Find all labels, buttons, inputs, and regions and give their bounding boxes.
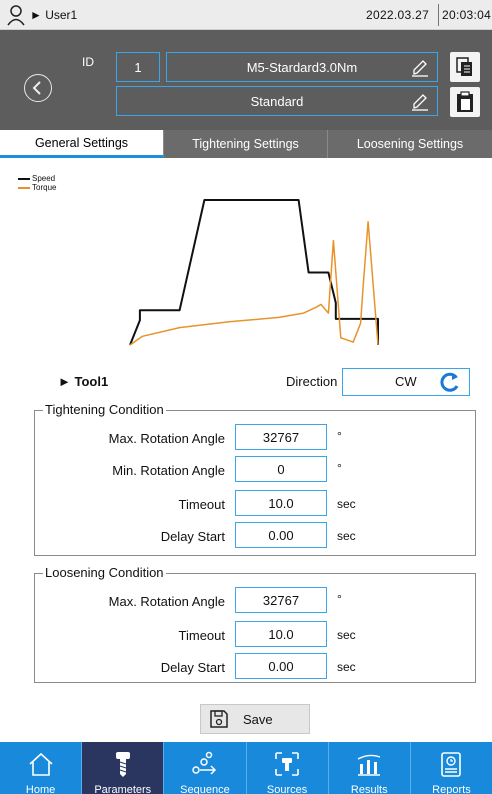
min-rotation-angle-label: Min. Rotation Angle (112, 463, 225, 478)
degree-unit: ° (337, 592, 342, 606)
nav-home-label: Home (25, 784, 56, 794)
degree-unit: ° (337, 429, 342, 443)
nav-sources[interactable]: Sources (247, 742, 329, 794)
timeout-input[interactable]: 10.0 (235, 490, 327, 516)
clipboard-icon (457, 91, 473, 112)
delay-start-label: Delay Start (160, 660, 225, 675)
nav-sources-label: Sources (266, 784, 308, 794)
degree-unit: ° (337, 461, 342, 475)
rotate-clockwise-icon (440, 372, 459, 392)
user-name-text: User1 (45, 8, 78, 22)
status-bar: ► User1 2022.03.27 20:03:04 (0, 0, 492, 30)
sources-icon (275, 752, 299, 776)
nav-sequence[interactable]: Sequence (164, 742, 247, 794)
nav-reports[interactable]: Reports (411, 742, 492, 794)
id-field[interactable]: 1 (116, 52, 160, 82)
direction-selector[interactable]: CW (342, 368, 470, 396)
copy-button[interactable] (450, 52, 480, 82)
user-name[interactable]: ► User1 (30, 8, 77, 22)
timeout-label: Timeout (178, 497, 225, 512)
direction-label: Direction (286, 374, 338, 389)
speed-torque-chart (129, 199, 379, 346)
timeout-input[interactable]: 10.0 (235, 621, 327, 647)
direction-value: CW (395, 374, 417, 389)
save-icon (210, 710, 228, 728)
timeout-label: Timeout (178, 628, 225, 643)
nav-home[interactable]: Home (0, 742, 83, 794)
preset-name-field[interactable]: M5-Stardard3.0Nm (166, 52, 438, 82)
tab-tightening-settings[interactable]: Tightening Settings (164, 130, 328, 158)
nav-reports-label: Reports (432, 784, 471, 794)
tab-loosening-settings[interactable]: Loosening Settings (328, 130, 492, 158)
loosening-condition-title: Loosening Condition (43, 565, 166, 580)
delay-start-input[interactable]: 0.00 (235, 653, 327, 679)
loosening-condition-group: Loosening Condition Max. Rotation Angle … (34, 565, 476, 683)
sec-unit: sec (337, 628, 356, 642)
user-icon[interactable] (6, 4, 26, 26)
edit-icon[interactable] (411, 57, 429, 77)
nav-parameters-label: Parameters (94, 784, 152, 794)
save-label: Save (243, 711, 273, 727)
mode-text: Standard (250, 93, 304, 109)
reports-icon (441, 752, 462, 777)
nav-results-label: Results (350, 784, 388, 794)
screw-icon (115, 752, 130, 777)
home-icon (29, 752, 53, 776)
edit-icon[interactable] (411, 91, 429, 111)
mode-field[interactable]: Standard (116, 86, 438, 116)
tool-name-text: Tool1 (74, 374, 109, 389)
nav-parameters[interactable]: Parameters (82, 742, 165, 794)
bottom-nav: Home Parameters Sequence Sources Results… (0, 742, 492, 794)
id-label: ID (82, 55, 94, 69)
tab-general-settings[interactable]: General Settings (0, 130, 164, 158)
max-rotation-angle-input[interactable]: 32767 (235, 587, 327, 613)
sec-unit: sec (337, 660, 356, 674)
series-torque-line (129, 221, 379, 346)
min-rotation-angle-input[interactable]: 0 (235, 456, 327, 482)
results-icon (357, 754, 381, 776)
sec-unit: sec (337, 529, 356, 543)
max-rotation-angle-input[interactable]: 32767 (235, 424, 327, 450)
delay-start-label: Delay Start (160, 529, 225, 544)
paste-button[interactable] (450, 87, 480, 117)
save-button[interactable]: Save (200, 704, 310, 734)
max-rotation-angle-label: Max. Rotation Angle (108, 431, 225, 446)
chevron-left-icon (32, 80, 41, 95)
tightening-condition-group: Tightening Condition Max. Rotation Angle… (34, 402, 476, 556)
tightening-condition-title: Tightening Condition (43, 402, 166, 417)
delay-start-input[interactable]: 0.00 (235, 522, 327, 548)
preset-name-text: M5-Stardard3.0Nm (246, 59, 358, 75)
time-text: 20:03:04 (442, 8, 492, 22)
copy-icon (456, 57, 472, 76)
series-speed-line (129, 199, 379, 346)
date-text: 2022.03.27 (366, 8, 430, 22)
back-button[interactable] (24, 74, 52, 102)
tab-bar: General Settings Tightening Settings Loo… (0, 130, 492, 158)
header: ID 1 M5-Stardard3.0Nm Standard (0, 30, 492, 130)
divider (438, 4, 439, 26)
sec-unit: sec (337, 497, 356, 511)
tool-name: ► Tool1 (58, 374, 109, 389)
nav-sequence-label: Sequence (180, 784, 230, 794)
sequence-icon (192, 751, 216, 775)
nav-results[interactable]: Results (329, 742, 411, 794)
max-rotation-angle-label: Max. Rotation Angle (108, 594, 225, 609)
